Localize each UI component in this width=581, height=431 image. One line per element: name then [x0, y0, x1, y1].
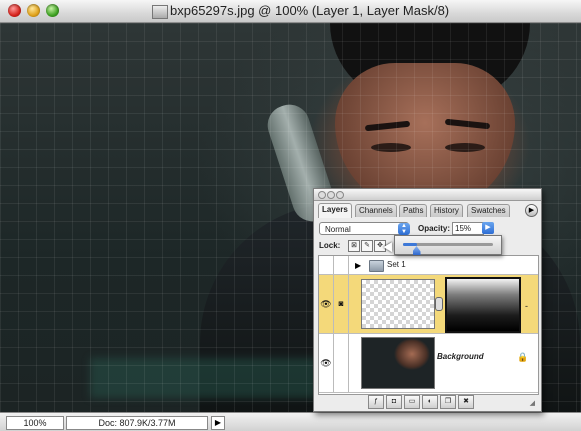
add-mask-icon[interactable]: ◘ [386, 395, 402, 409]
opacity-slider-fill [403, 243, 417, 246]
window-title: bxp65297s.jpg @ 100% (Layer 1, Layer Mas… [170, 3, 450, 18]
close-button[interactable] [8, 4, 21, 17]
new-set-icon[interactable]: ▭ [404, 395, 420, 409]
opacity-slider-popup[interactable] [394, 235, 502, 255]
opacity-slider-track[interactable] [403, 243, 493, 255]
chain-link-icon[interactable] [435, 297, 443, 311]
layer-style-icon[interactable]: ƒ [368, 395, 384, 409]
tab-history[interactable]: History [430, 204, 463, 217]
resize-grip-icon[interactable]: ◢ [530, 399, 535, 407]
expand-triangle-icon[interactable]: ▶ [355, 261, 361, 270]
tab-paths[interactable]: Paths [399, 204, 428, 217]
zoom-button[interactable] [46, 4, 59, 17]
eye-icon[interactable]: 👁 [319, 275, 334, 333]
layer-name-placeholder: - [525, 301, 528, 311]
tab-layers[interactable]: Layers [318, 203, 352, 218]
blend-mode-select[interactable]: Normal [319, 222, 409, 235]
layer-row-background[interactable]: 👁 Background 🔒 [319, 334, 538, 393]
title-bar: bxp65297s.jpg @ 100% (Layer 1, Layer Mas… [0, 0, 581, 23]
lock-image-icon[interactable]: ✎ [361, 240, 373, 252]
blend-mode-arrows-icon[interactable]: ▲ ▼ [398, 223, 410, 235]
tab-swatches[interactable]: Swatches [467, 204, 510, 217]
layer-row-layer1[interactable]: 👁 ◙ - [319, 275, 538, 334]
palette-menu-icon[interactable]: ▶ [525, 204, 538, 217]
palette-tabs: Layers Channels Paths History Swatches [318, 202, 537, 218]
trash-icon[interactable]: ✖ [458, 395, 474, 409]
minimize-button[interactable] [27, 4, 40, 17]
layer-mask-thumbnail[interactable] [445, 277, 521, 333]
new-layer-icon[interactable]: ❐ [440, 395, 456, 409]
layers-palette: Layers Channels Paths History Swatches ▶… [313, 188, 542, 412]
palette-close-icon[interactable] [318, 191, 326, 199]
layers-list: ▶ Set 1 👁 ◙ - 👁 Background 🔒 [318, 255, 539, 395]
document-icon [152, 5, 168, 19]
doc-size-readout: Doc: 807.9K/3.77M [66, 416, 208, 430]
lock-icon: 🔒 [517, 352, 529, 362]
lock-label: Lock: [319, 241, 341, 250]
palette-footer: ƒ ◘ ▭ ◐ ❐ ✖ ◢ [318, 394, 537, 409]
background-thumbnail[interactable] [361, 337, 435, 389]
layer-row-set[interactable]: ▶ Set 1 [319, 256, 538, 275]
status-menu-arrow-icon[interactable]: ▶ [211, 416, 225, 430]
layer-set-name: Set 1 [387, 260, 406, 269]
photoshop-document-window: bxp65297s.jpg @ 100% (Layer 1, Layer Mas… [0, 0, 581, 431]
visibility-toggle[interactable] [319, 256, 334, 274]
link-toggle[interactable] [334, 334, 349, 392]
status-bar: 100% Doc: 807.9K/3.77M ▶ [0, 412, 581, 431]
tab-channels[interactable]: Channels [355, 204, 397, 217]
palette-title-bar[interactable] [314, 189, 541, 201]
layer-thumbnail[interactable] [361, 279, 435, 329]
eye-icon[interactable]: 👁 [319, 334, 334, 392]
lock-transparency-icon[interactable]: ⊠ [348, 240, 360, 252]
adjustment-layer-icon[interactable]: ◐ [422, 395, 438, 409]
opacity-input[interactable]: 15% [452, 222, 484, 235]
palette-minimize-icon[interactable] [327, 191, 335, 199]
background-layer-name: Background [437, 352, 484, 361]
opacity-slider-thumb[interactable] [412, 246, 421, 255]
layer-mask-active-icon[interactable]: ◙ [334, 275, 349, 333]
opacity-label: Opacity: [418, 224, 451, 233]
folder-icon [369, 260, 384, 272]
opacity-slider-arrow-icon[interactable]: ▶ [482, 222, 494, 234]
zoom-field[interactable]: 100% [6, 416, 64, 430]
link-toggle[interactable] [334, 256, 349, 274]
palette-zoom-icon[interactable] [336, 191, 344, 199]
